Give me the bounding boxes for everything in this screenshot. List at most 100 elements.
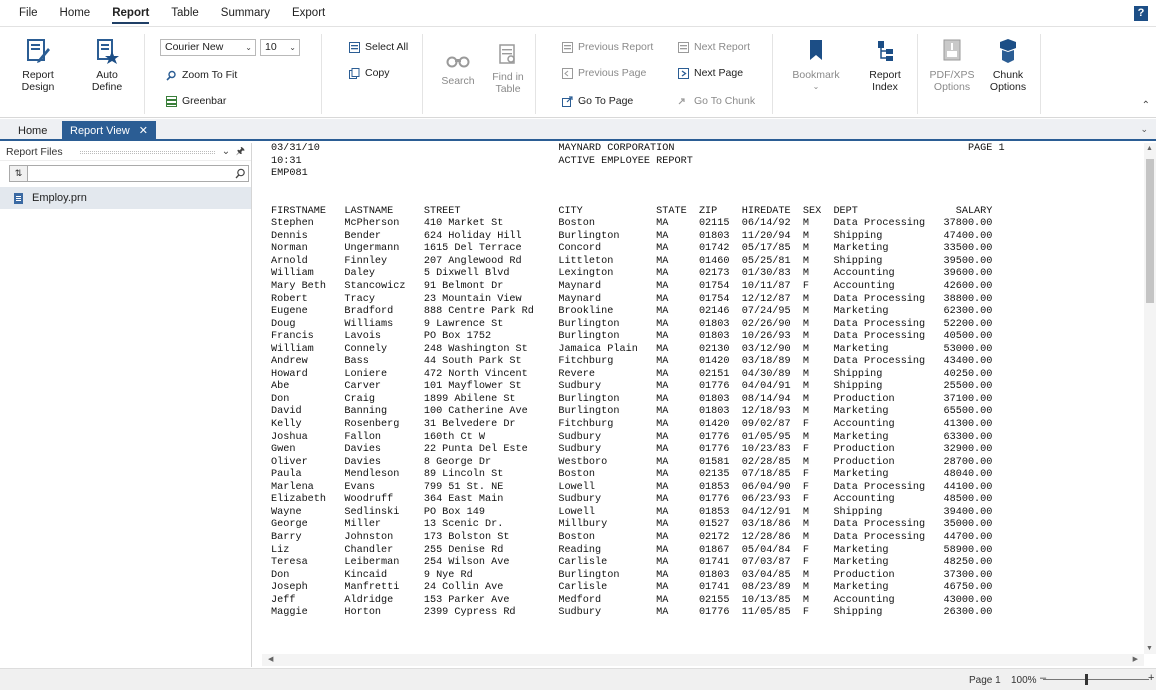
help-button[interactable]: ?: [1134, 6, 1148, 21]
tab-report-view[interactable]: Report View ✕: [62, 121, 156, 141]
ribbon: Report Design Auto Define Courier New ⌄ …: [0, 28, 1156, 118]
binoculars-icon: [446, 50, 470, 70]
report-row: Arnold Finnley 207 Anglewood Rd Littleto…: [271, 255, 993, 267]
go-to-chunk-label: Go To Chunk: [694, 95, 756, 107]
zoom-to-fit-button[interactable]: Zoom To Fit: [166, 67, 237, 83]
sort-icon[interactable]: ⇅: [10, 166, 28, 181]
select-all-label: Select All: [365, 41, 409, 53]
go-to-page-icon: [562, 95, 573, 107]
horizontal-scrollbar[interactable]: ◀ ▶: [262, 654, 1144, 666]
chevron-down-icon[interactable]: ⌄: [1140, 124, 1148, 135]
bookmark-button[interactable]: Bookmark ⌄: [786, 38, 846, 93]
collapse-ribbon-icon[interactable]: ⌃: [1142, 100, 1150, 111]
font-size-value: 10: [265, 41, 277, 53]
tab-home[interactable]: Home: [10, 121, 55, 141]
bookmark-icon: [804, 38, 828, 64]
close-icon[interactable]: ✕: [139, 125, 148, 137]
search-label: Search: [441, 75, 475, 87]
report-files-panel: Report Files ⌄ 🖈︎ ⇅ Employ.prn: [0, 143, 252, 667]
report-files-title: Report Files: [6, 146, 63, 158]
file-list-item[interactable]: Employ.prn: [0, 187, 251, 209]
report-row: Teresa Leiberman 254 Wilson Ave Carlisle…: [271, 557, 993, 569]
font-size-select[interactable]: 10 ⌄: [260, 39, 300, 56]
next-page-button[interactable]: Next Page: [678, 65, 743, 81]
file-search-input[interactable]: [28, 166, 232, 181]
status-bar: Page 1 100% – +: [0, 668, 1156, 690]
zoom-slider-knob[interactable]: [1085, 674, 1088, 685]
select-all-icon: [349, 41, 360, 53]
report-viewer[interactable]: 03/31/10 MAYNARD CORPORATION PAGE 1 10:31…: [262, 143, 1142, 654]
previous-page-icon: [562, 67, 573, 79]
report-blank-line: [271, 193, 1142, 206]
copy-button[interactable]: Copy: [349, 65, 390, 81]
scroll-down-icon[interactable]: ▼: [1146, 645, 1153, 652]
previous-report-label: Previous Report: [578, 41, 654, 53]
report-row: George Miller 13 Scenic Dr. Millbury MA …: [271, 519, 993, 531]
scroll-left-icon[interactable]: ◀: [268, 655, 273, 663]
go-to-chunk-icon: [678, 96, 689, 107]
search-button[interactable]: Search: [438, 50, 478, 87]
menu-summary[interactable]: Summary: [210, 0, 281, 27]
font-name-select[interactable]: Courier New ⌄: [160, 39, 256, 56]
report-design-icon: [26, 38, 50, 64]
report-row: William Connely 248 Washington St Jamaic…: [271, 343, 993, 355]
report-row: David Banning 100 Catherine Ave Burlingt…: [271, 406, 993, 418]
pdf-xps-icon: [940, 38, 964, 64]
auto-define-button[interactable]: Auto Define: [82, 38, 132, 93]
menu-home[interactable]: Home: [49, 0, 102, 27]
greenbar-label: Greenbar: [182, 95, 227, 107]
ribbon-group-index: Bookmark ⌄ Report Index: [774, 34, 918, 114]
menu-table[interactable]: Table: [160, 0, 210, 27]
next-report-button[interactable]: Next Report: [678, 39, 750, 55]
panel-drag-grip[interactable]: [80, 151, 215, 154]
report-row: Dennis Bender 624 Holiday Hill Burlingto…: [271, 230, 993, 242]
report-files-header: Report Files ⌄ 🖈︎: [0, 143, 251, 161]
menu-file[interactable]: File: [8, 0, 49, 27]
file-icon: [14, 192, 23, 204]
go-to-page-button[interactable]: Go To Page: [562, 93, 633, 109]
zoom-level: 100%: [1011, 675, 1037, 686]
copy-label: Copy: [365, 67, 390, 79]
report-index-button[interactable]: Report Index: [862, 38, 908, 93]
report-column-header: FIRSTNAME LASTNAME STREET CITY STATE ZIP…: [271, 205, 993, 217]
report-row: Francis Lavois PO Box 1752 Burlington MA…: [271, 331, 993, 343]
previous-page-label: Previous Page: [578, 67, 647, 79]
report-row: Mary Beth Stancowicz 91 Belmont Dr Mayna…: [271, 281, 993, 293]
previous-report-icon: [562, 41, 573, 53]
select-all-button[interactable]: Select All: [349, 39, 408, 55]
menu-report[interactable]: Report: [101, 0, 160, 27]
tab-home-label: Home: [18, 125, 48, 137]
zoom-in-icon[interactable]: +: [1148, 672, 1154, 684]
next-page-icon: [678, 67, 689, 79]
previous-page-button[interactable]: Previous Page: [562, 65, 646, 81]
greenbar-button[interactable]: Greenbar: [166, 93, 226, 109]
find-in-table-button[interactable]: Find in Table: [486, 44, 530, 95]
search-icon[interactable]: [232, 166, 248, 181]
previous-report-button[interactable]: Previous Report: [562, 39, 653, 55]
zoom-slider[interactable]: [1043, 674, 1149, 685]
auto-define-label: Auto Define: [91, 69, 123, 93]
pin-icon[interactable]: 🖈︎: [236, 146, 245, 157]
zoom-to-fit-label: Zoom To Fit: [182, 69, 238, 81]
report-design-button[interactable]: Report Design: [13, 38, 63, 93]
chevron-down-icon: ⌄: [245, 43, 252, 52]
pdf-xps-options-button[interactable]: PDF/XPS Options: [929, 38, 975, 93]
scroll-thumb[interactable]: [1146, 159, 1154, 303]
report-header-line: EMP081: [271, 168, 559, 180]
next-report-label: Next Report: [694, 41, 751, 53]
report-row: Liz Chandler 255 Denise Rd Reading MA 01…: [271, 544, 993, 556]
go-to-chunk-button[interactable]: Go To Chunk: [678, 93, 755, 109]
menu-export[interactable]: Export: [281, 0, 336, 27]
chunk-options-button[interactable]: Chunk Options: [985, 38, 1031, 93]
scroll-right-icon[interactable]: ▶: [1133, 655, 1138, 663]
bookmark-label: Bookmark: [792, 69, 840, 81]
report-row: Stephen McPherson 410 Market St Boston M…: [271, 218, 993, 230]
zoom-out-icon[interactable]: –: [1040, 672, 1046, 684]
vertical-scrollbar[interactable]: ▲ ▼: [1144, 143, 1156, 654]
ribbon-group-search: Search Find in Table: [424, 34, 536, 114]
report-row: Elizabeth Woodruff 364 East Main Sudbury…: [271, 494, 993, 506]
report-row: Don Kincaid 9 Nye Rd Burlington MA 01803…: [271, 569, 993, 581]
scroll-up-icon[interactable]: ▲: [1146, 145, 1153, 152]
ribbon-group-clipboard: Select All Copy: [323, 34, 423, 114]
chevron-down-icon[interactable]: ⌄: [222, 146, 230, 157]
